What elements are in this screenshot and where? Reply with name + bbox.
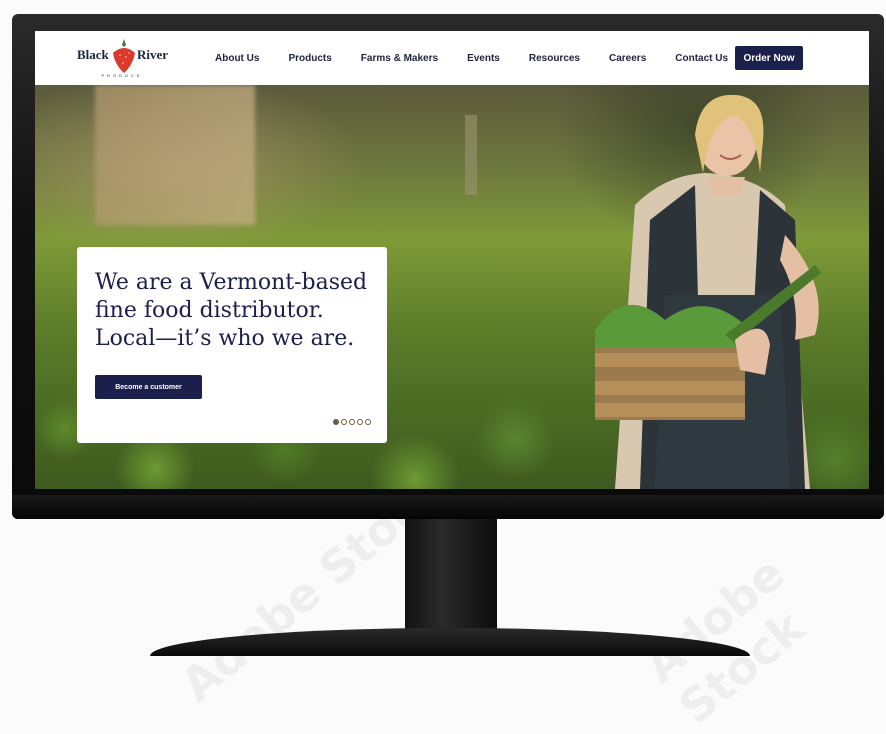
hero-card: We are a Vermont-based fine food distrib… — [77, 247, 387, 443]
monitor-chin — [12, 495, 884, 519]
nav-events[interactable]: Events — [467, 53, 500, 64]
strawberry-icon — [113, 39, 135, 73]
background-post — [465, 115, 477, 195]
logo-subtitle: PRODUCE — [101, 73, 143, 78]
logo[interactable]: Black River PRODUCE — [77, 37, 169, 81]
nav-resources[interactable]: Resources — [529, 53, 580, 64]
nav-farms-makers[interactable]: Farms & Makers — [361, 53, 438, 64]
nav-contact-us[interactable]: Contact Us — [675, 53, 728, 64]
carousel-dot-3[interactable] — [349, 419, 355, 425]
monitor-stand-neck — [405, 519, 497, 637]
carousel-dot-2[interactable] — [341, 419, 347, 425]
monitor-frame: Black River PRODUCE About Us Products Fa… — [12, 14, 884, 519]
carousel-dot-1[interactable] — [333, 419, 339, 425]
carousel-dot-5[interactable] — [365, 419, 371, 425]
farmer-woman-illustration — [595, 94, 821, 489]
carousel-dot-4[interactable] — [357, 419, 363, 425]
nav-products[interactable]: Products — [288, 53, 331, 64]
hero-image: We are a Vermont-based fine food distrib… — [35, 85, 869, 489]
logo-text-left: Black — [77, 47, 109, 62]
screen: Black River PRODUCE About Us Products Fa… — [35, 31, 869, 489]
order-now-button[interactable]: Order Now — [735, 46, 803, 70]
carousel-dots — [333, 419, 371, 425]
watermark: Adobe Stock — [634, 546, 815, 734]
main-nav: About Us Products Farms & Makers Events … — [215, 31, 757, 85]
monitor-stand-base — [150, 628, 750, 656]
nav-about-us[interactable]: About Us — [215, 53, 259, 64]
nav-careers[interactable]: Careers — [609, 53, 646, 64]
become-customer-button[interactable]: Become a customer — [95, 375, 202, 399]
navbar: Black River PRODUCE About Us Products Fa… — [35, 31, 869, 85]
hero-headline: We are a Vermont-based fine food distrib… — [95, 270, 368, 351]
background-building — [95, 85, 255, 225]
logo-text-right: River — [137, 47, 169, 62]
